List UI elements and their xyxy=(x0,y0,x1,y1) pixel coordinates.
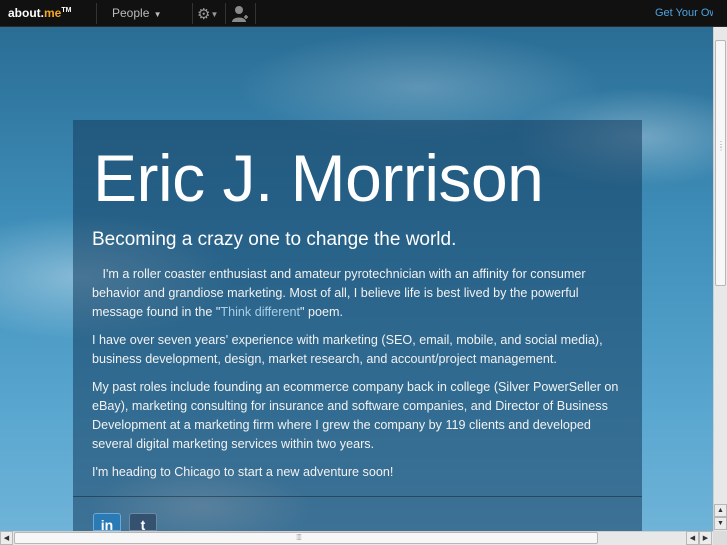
profile-name: Eric J. Morrison xyxy=(93,141,544,215)
topbar-divider xyxy=(192,3,193,24)
settings-menu[interactable]: ⚙▼ xyxy=(197,5,218,23)
gear-icon: ⚙ xyxy=(197,6,211,23)
scroll-right-arrow-icon[interactable]: ▶ xyxy=(699,531,712,545)
scroll-down-arrow-icon[interactable]: ▼ xyxy=(714,517,727,530)
bio-paragraph: My past roles include founding an ecomme… xyxy=(92,380,619,451)
card-divider xyxy=(73,496,642,497)
topbar-divider xyxy=(96,3,97,24)
vertical-scrollbar-thumb[interactable] xyxy=(715,40,726,286)
chevron-down-icon: ▼ xyxy=(210,10,219,19)
profile-card: Eric J. Morrison Becoming a crazy one to… xyxy=(73,120,642,531)
bio-paragraph: I have over seven years' experience with… xyxy=(92,333,603,366)
horizontal-scrollbar-thumb[interactable] xyxy=(14,532,598,544)
about-me-logo[interactable]: about.meTM xyxy=(8,6,71,20)
people-menu[interactable]: People ▼ xyxy=(112,6,162,20)
scrollbar-grip-icon: ⁞⁞⁞⁞ xyxy=(296,533,302,542)
top-navigation-bar: about.meTM People ▼ ⚙▼ Get Your Own xyxy=(0,0,727,27)
chevron-down-icon: ▼ xyxy=(151,10,162,19)
tumblr-icon[interactable]: t xyxy=(129,513,157,531)
profile-bio: I'm a roller coaster enthusiast and amat… xyxy=(92,265,632,491)
scroll-up-arrow-icon[interactable]: ▲ xyxy=(714,504,727,517)
bio-paragraph: I'm a roller coaster enthusiast and amat… xyxy=(92,267,590,319)
scrollbar-grip-icon: ⋮⋮⋮⋮ xyxy=(717,140,727,152)
linkedin-icon[interactable]: in xyxy=(93,513,121,531)
people-menu-label: People xyxy=(112,6,150,20)
bio-paragraph: I'm heading to Chicago to start a new ad… xyxy=(92,465,394,479)
topbar-divider xyxy=(255,3,256,24)
add-person-icon[interactable] xyxy=(231,5,249,23)
get-your-own-link[interactable]: Get Your Own xyxy=(655,7,713,19)
scrollbar-corner xyxy=(713,531,727,545)
scroll-left-arrow-icon[interactable]: ◀ xyxy=(686,531,699,545)
profile-headline: Becoming a crazy one to change the world… xyxy=(92,229,457,250)
scroll-left-arrow-icon[interactable]: ◀ xyxy=(0,531,13,545)
think-different-link[interactable]: Think different xyxy=(220,305,300,319)
topbar-divider xyxy=(225,3,226,24)
